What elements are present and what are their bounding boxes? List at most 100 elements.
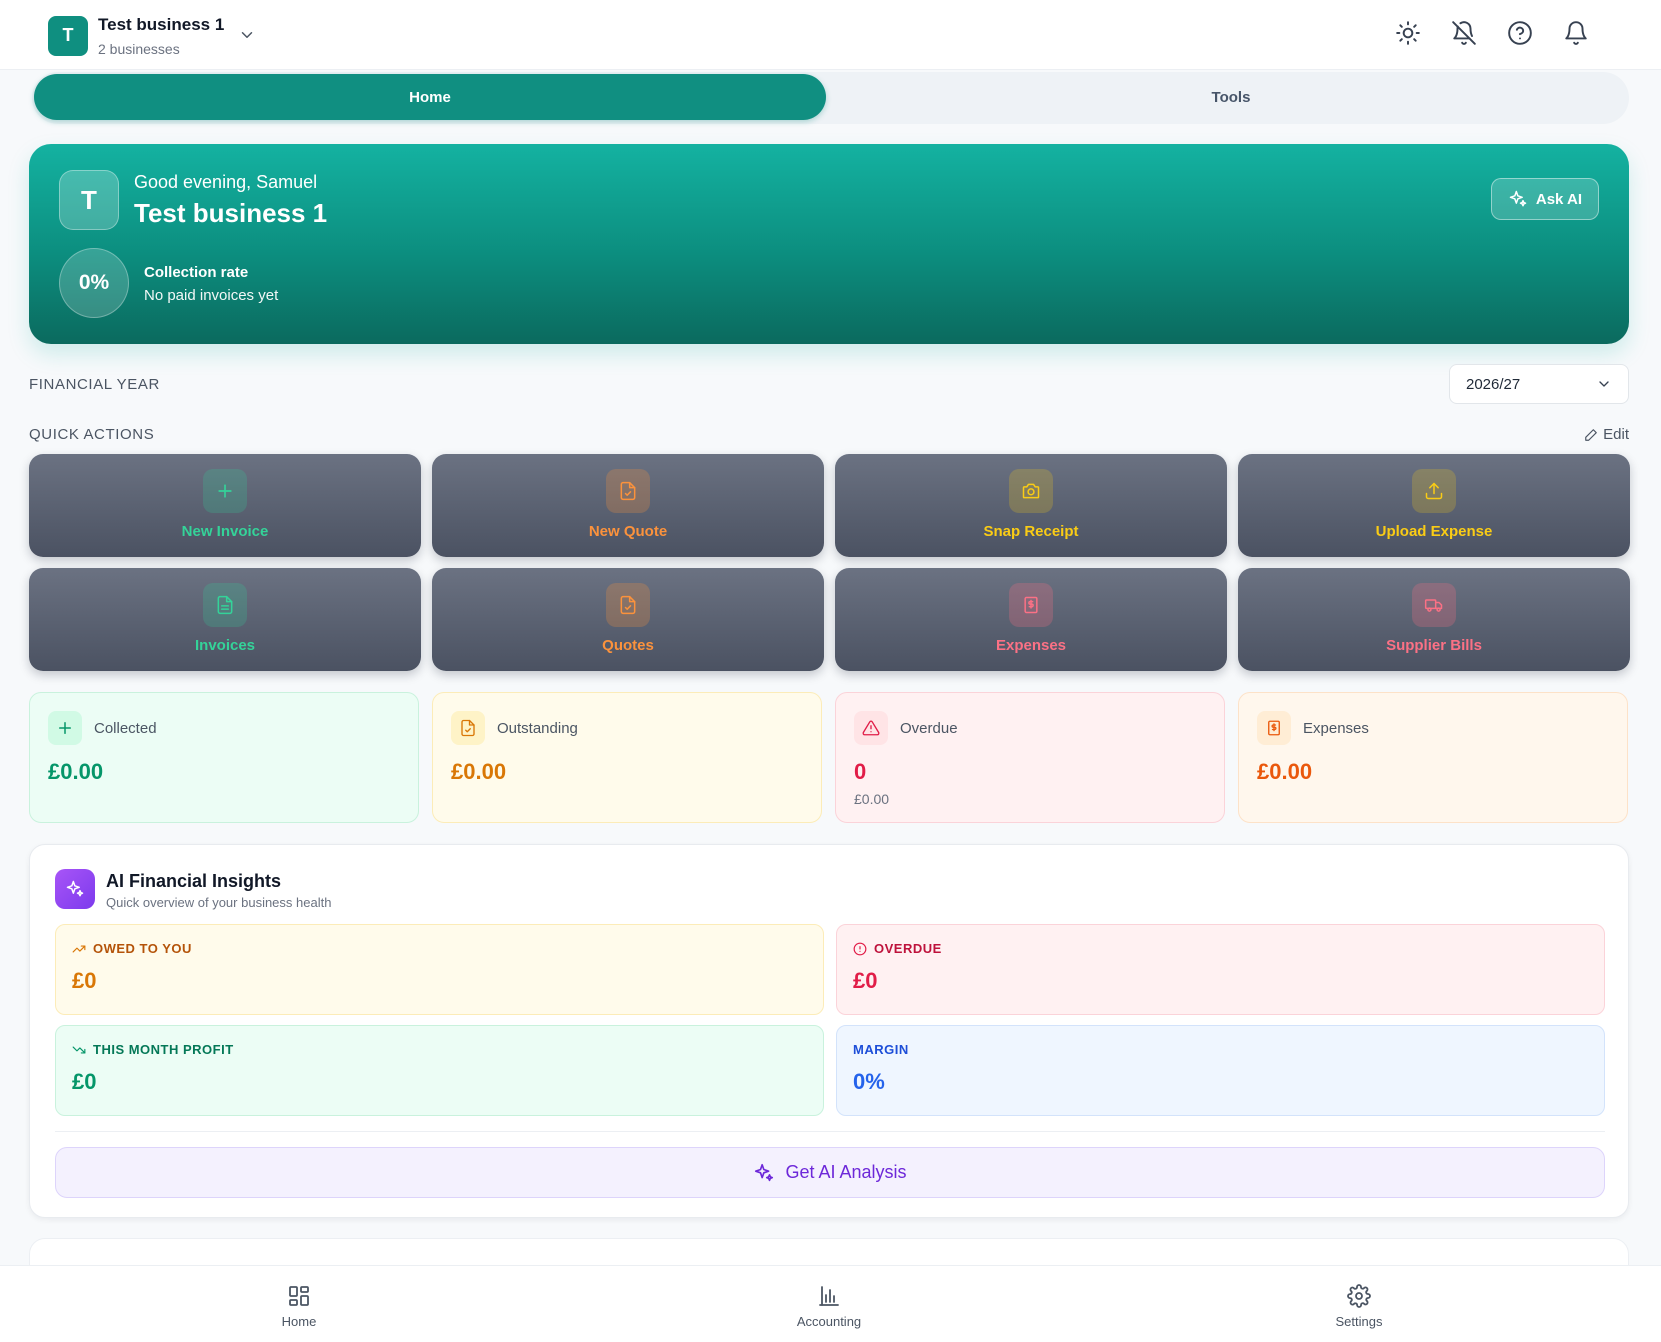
upload-icon (1412, 469, 1456, 513)
quick-action-label: Quotes (602, 637, 654, 654)
financial-year-select[interactable]: 2026/27 (1449, 364, 1629, 404)
grid-icon (287, 1284, 311, 1308)
quick-actions-label: QUICK ACTIONS (29, 426, 155, 443)
quick-action-label: Upload Expense (1375, 523, 1493, 540)
nav-home[interactable]: Home (239, 1284, 359, 1329)
stat-value: £0.00 (48, 759, 104, 784)
bottom-navigation: Home Accounting Settings (0, 1265, 1661, 1342)
plus-icon (203, 469, 247, 513)
quick-action-invoices[interactable]: Invoices (29, 568, 421, 671)
greeting-text: Good evening, Samuel (134, 172, 318, 192)
file-text-icon (203, 583, 247, 627)
receipt-icon (1009, 583, 1053, 627)
bell-off-icon[interactable] (1451, 20, 1477, 46)
insight-value: £0 (72, 968, 97, 993)
tab-bar: Home Tools (32, 72, 1629, 124)
insight-overdue: OVERDUE £0 (836, 924, 1605, 1015)
stat-value: £0.00 (1257, 759, 1313, 784)
nav-label: Accounting (796, 1314, 862, 1329)
insight-label: OWED TO YOU (93, 941, 192, 956)
business-avatar: T (48, 15, 88, 56)
stat-title: Outstanding (497, 719, 578, 737)
chevron-down-icon (238, 26, 256, 44)
insight-margin: MARGIN 0% (836, 1025, 1605, 1116)
ask-ai-button[interactable]: Ask AI (1490, 178, 1599, 220)
top-bar: T Test business 1 2 businesses (0, 0, 1661, 70)
get-ai-analysis-button[interactable]: Get AI Analysis (55, 1147, 1605, 1198)
stat-value: £0.00 (451, 759, 507, 784)
file-check-icon (606, 583, 650, 627)
quick-action-quotes[interactable]: Quotes (432, 568, 824, 671)
trending-up-icon (72, 942, 86, 956)
sparkles-icon (55, 869, 95, 909)
hero-business-name: Test business 1 (134, 198, 328, 228)
quick-action-snap-receipt[interactable]: Snap Receipt (835, 454, 1227, 557)
tab-tools[interactable]: Tools (835, 74, 1627, 120)
ai-insights-subtitle: Quick overview of your business health (106, 895, 332, 910)
chevron-down-icon (1596, 376, 1612, 392)
sun-icon[interactable] (1395, 20, 1421, 46)
stat-title: Overdue (900, 719, 958, 737)
insight-label: THIS MONTH PROFIT (93, 1042, 234, 1057)
receipt-icon (1257, 711, 1291, 745)
stat-title: Collected (94, 719, 157, 737)
sparkles-icon (753, 1162, 775, 1184)
ask-ai-label: Ask AI (1535, 190, 1582, 208)
insight-this-month-profit: THIS MONTH PROFIT £0 (55, 1025, 824, 1116)
financial-year-value: 2026/27 (1466, 375, 1521, 393)
edit-quick-actions-button[interactable]: Edit (1584, 426, 1629, 443)
stat-card-collected[interactable]: Collected £0.00 (29, 692, 419, 823)
sparkles-icon (1508, 189, 1528, 209)
tab-home[interactable]: Home (34, 74, 826, 120)
trending-down-icon (72, 1043, 86, 1057)
nav-accounting[interactable]: Accounting (769, 1284, 889, 1329)
insight-label: OVERDUE (874, 941, 942, 956)
stat-subvalue: £0.00 (854, 791, 890, 807)
business-count: 2 businesses (98, 41, 180, 57)
file-check-icon (451, 711, 485, 745)
quick-action-upload-expense[interactable]: Upload Expense (1238, 454, 1630, 557)
nav-label: Settings (1335, 1314, 1383, 1329)
nav-label: Home (281, 1314, 317, 1329)
bar-chart-icon (817, 1284, 841, 1308)
quick-action-new-invoice[interactable]: New Invoice (29, 454, 421, 557)
insight-value: £0 (72, 1069, 97, 1094)
plus-icon (48, 711, 82, 745)
ai-insights-title: AI Financial Insights (106, 871, 282, 891)
file-check-icon (606, 469, 650, 513)
quick-action-new-quote[interactable]: New Quote (432, 454, 824, 557)
quick-action-supplier-bills[interactable]: Supplier Bills (1238, 568, 1630, 671)
stat-card-expenses[interactable]: Expenses £0.00 (1238, 692, 1628, 823)
welcome-banner: T Good evening, Samuel Test business 1 A… (29, 144, 1629, 344)
business-switcher[interactable]: T Test business 1 2 businesses (48, 14, 256, 57)
business-name: Test business 1 (98, 15, 225, 34)
gear-icon (1347, 1284, 1371, 1308)
pencil-icon (1584, 428, 1598, 442)
hero-business-avatar: T (59, 170, 119, 230)
quick-action-label: Snap Receipt (983, 523, 1079, 540)
financial-year-label: FINANCIAL YEAR (29, 376, 160, 393)
ai-insights-card: AI Financial Insights Quick overview of … (29, 844, 1629, 1218)
camera-icon (1009, 469, 1053, 513)
insight-label: MARGIN (853, 1042, 909, 1057)
insight-value: 0% (853, 1069, 885, 1094)
get-ai-analysis-label: Get AI Analysis (785, 1162, 907, 1182)
quick-action-label: New Quote (588, 523, 668, 540)
stat-title: Expenses (1303, 719, 1369, 737)
collection-rate-note: No paid invoices yet (144, 287, 279, 304)
bell-icon[interactable] (1563, 20, 1589, 46)
truck-icon (1412, 583, 1456, 627)
stat-card-outstanding[interactable]: Outstanding £0.00 (432, 692, 822, 823)
quick-action-label: Invoices (194, 637, 256, 654)
insight-value: £0 (853, 968, 878, 993)
insight-owed-to-you: OWED TO YOU £0 (55, 924, 824, 1015)
quick-action-label: Expenses (995, 637, 1067, 654)
alert-circle-icon (853, 942, 867, 956)
nav-settings[interactable]: Settings (1299, 1284, 1419, 1329)
collection-rate-label: Collection rate (144, 264, 249, 281)
quick-action-label: Supplier Bills (1386, 637, 1482, 654)
help-icon[interactable] (1507, 20, 1533, 46)
stat-card-overdue[interactable]: Overdue 0 £0.00 (835, 692, 1225, 823)
quick-action-expenses[interactable]: Expenses (835, 568, 1227, 671)
collection-rate-value: 0% (59, 248, 129, 318)
